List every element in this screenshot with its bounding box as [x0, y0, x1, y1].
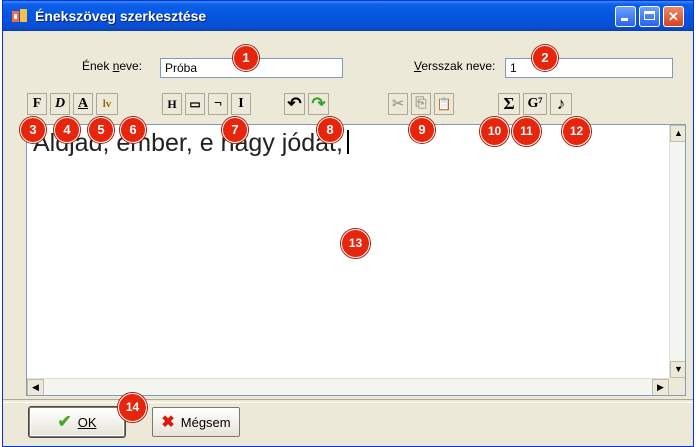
italic-icon: D — [54, 96, 66, 111]
x-icon: ✖ — [161, 414, 175, 431]
verse-name-input[interactable] — [505, 58, 673, 78]
maximize-icon — [640, 7, 659, 26]
title-bar[interactable]: Énekszöveg szerkesztése ✕ — [3, 1, 693, 31]
cancel-button[interactable]: ✖ Mégsem — [152, 407, 240, 437]
callout-badge: 7 — [222, 117, 248, 143]
callout-badge: 11 — [512, 117, 541, 146]
callout-badge: 13 — [341, 229, 370, 258]
underline-icon: A — [77, 96, 89, 111]
copy-icon: ⎘ — [415, 96, 427, 111]
callout-badge: 8 — [317, 117, 343, 143]
break-icon: ¬ — [214, 96, 222, 111]
dash-icon: ▭ — [189, 96, 201, 111]
undo-button[interactable]: ↶ — [284, 93, 305, 115]
callout-badge: 10 — [480, 117, 509, 146]
maximize-button[interactable] — [639, 6, 660, 27]
check-icon: ✔ — [57, 412, 72, 431]
undo-icon: ↶ — [287, 94, 302, 113]
lyrics-text[interactable]: Áldjad, ember, e nagy jódat, — [33, 129, 349, 158]
callout-badge: 1 — [233, 45, 259, 71]
cursor-button[interactable]: I — [231, 93, 251, 115]
copy-button[interactable]: ⎘ — [411, 93, 431, 115]
callout-badge: 5 — [88, 117, 114, 143]
hyphen-icon: H — [167, 96, 177, 111]
bold-button[interactable]: F — [27, 93, 47, 115]
scrollbar-corner — [669, 378, 685, 395]
footer-separator — [3, 399, 693, 403]
cancel-label: Mégsem — [180, 414, 231, 430]
callout-badge: 9 — [409, 117, 435, 143]
vertical-scrollbar[interactable]: ▲ ▼ — [669, 125, 685, 378]
spacing-icon: lv — [102, 98, 112, 110]
song-name-label: Ének neve: — [82, 59, 143, 73]
text-caret — [346, 130, 349, 154]
minimize-icon — [616, 7, 635, 26]
song-text-editor-window: Énekszöveg szerkesztése ✕ Ének neve: Ver… — [2, 0, 694, 447]
lyrics-editor[interactable]: Áldjad, ember, e nagy jódat, ▲ ▼ ◀ ▶ — [26, 124, 686, 396]
paste-icon: 📋 — [436, 96, 452, 111]
break-button[interactable]: ¬ — [208, 93, 228, 115]
app-icon — [12, 9, 27, 22]
ok-button[interactable]: ✔ OK — [29, 407, 125, 437]
scroll-down-button[interactable]: ▼ — [670, 361, 685, 378]
dash-button[interactable]: ▭ — [185, 93, 205, 115]
ok-label: OK — [77, 414, 97, 430]
cut-button[interactable]: ✂ — [388, 93, 408, 115]
redo-button[interactable]: ↷ — [308, 93, 329, 115]
redo-icon: ↷ — [311, 94, 326, 113]
hyphen-button[interactable]: H — [162, 93, 182, 115]
callout-badge: 4 — [54, 117, 80, 143]
window-title: Énekszöveg szerkesztése — [35, 8, 207, 24]
italic-button[interactable]: D — [50, 93, 70, 115]
spacing-button[interactable]: lv — [96, 93, 118, 115]
sigma-icon: Σ — [503, 94, 515, 113]
close-button[interactable]: ✕ — [663, 6, 684, 27]
paste-button[interactable]: 📋 — [434, 93, 454, 115]
callout-badge: 3 — [20, 117, 46, 143]
scroll-right-button[interactable]: ▶ — [652, 379, 669, 395]
sigma-button[interactable]: Σ — [498, 93, 520, 115]
callout-badge: 2 — [532, 45, 558, 71]
horizontal-scrollbar[interactable]: ◀ ▶ — [27, 378, 669, 395]
chord-button[interactable]: G⁷ — [523, 93, 547, 115]
close-icon: ✕ — [668, 9, 679, 24]
callout-badge: 6 — [120, 117, 146, 143]
callout-badge: 12 — [562, 117, 591, 146]
chord-icon: G⁷ — [527, 96, 543, 111]
minimize-button[interactable] — [615, 6, 636, 27]
cut-icon: ✂ — [392, 96, 404, 112]
scroll-up-button[interactable]: ▲ — [670, 125, 685, 142]
underline-button[interactable]: A — [73, 93, 93, 115]
bold-icon: F — [32, 96, 42, 111]
verse-name-label: Versszak neve: — [414, 59, 496, 73]
cursor-icon: I — [238, 96, 244, 111]
note-button[interactable]: ♪ — [550, 93, 572, 115]
music-note-icon: ♪ — [556, 94, 566, 113]
scroll-left-button[interactable]: ◀ — [27, 379, 44, 395]
callout-badge: 14 — [118, 393, 147, 422]
